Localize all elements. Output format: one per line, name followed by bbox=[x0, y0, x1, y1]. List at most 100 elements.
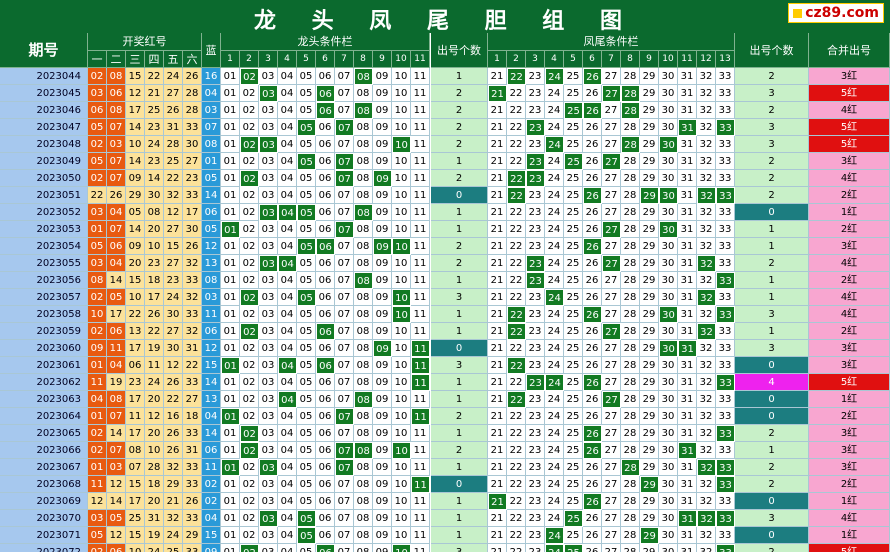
tail-count-cell: 4 bbox=[735, 374, 809, 391]
tail-cond-cell: 31 bbox=[678, 476, 697, 493]
header-tail-col: 11 bbox=[678, 51, 697, 68]
tail-cond-cell: 28 bbox=[621, 425, 640, 442]
head-cond-cell: 11 bbox=[411, 221, 430, 238]
tail-count-cell: 1 bbox=[735, 238, 809, 255]
head-cond-cell: 04 bbox=[278, 544, 297, 552]
head-cond-cell: 09 bbox=[373, 153, 392, 170]
tail-cond-cell: 24 bbox=[545, 136, 564, 153]
head-cond-cell: 01 bbox=[221, 119, 240, 136]
tail-cond-cell: 30 bbox=[659, 306, 678, 323]
head-cond-cell: 02 bbox=[240, 493, 259, 510]
head-cond-cell: 05 bbox=[297, 510, 316, 527]
red-ball-cell: 08 bbox=[107, 102, 126, 119]
head-cond-cell: 06 bbox=[316, 306, 335, 323]
tail-cond-cell: 21 bbox=[488, 425, 507, 442]
tail-cond-cell: 29 bbox=[640, 306, 659, 323]
tail-count-cell: 0 bbox=[735, 493, 809, 510]
head-cond-cell: 10 bbox=[392, 493, 411, 510]
site-logo[interactable]: cz89.com bbox=[788, 3, 884, 23]
red-ball-cell: 14 bbox=[126, 153, 145, 170]
head-cond-cell: 02 bbox=[240, 68, 259, 85]
head-cond-cell: 02 bbox=[240, 340, 259, 357]
head-cond-cell: 09 bbox=[373, 119, 392, 136]
red-ball-cell: 33 bbox=[183, 272, 202, 289]
tail-cond-cell: 23 bbox=[526, 391, 545, 408]
head-cond-cell: 11 bbox=[411, 510, 430, 527]
red-ball-cell: 21 bbox=[145, 85, 164, 102]
tail-cond-cell: 21 bbox=[488, 544, 507, 552]
red-ball-cell: 02 bbox=[88, 442, 107, 459]
head-cond-cell: 10 bbox=[392, 204, 411, 221]
blue-ball-cell: 02 bbox=[202, 476, 221, 493]
head-cond-cell: 06 bbox=[316, 68, 335, 85]
tail-cond-cell: 21 bbox=[488, 136, 507, 153]
head-cond-cell: 11 bbox=[411, 68, 430, 85]
head-cond-cell: 01 bbox=[221, 238, 240, 255]
tail-cond-cell: 25 bbox=[564, 153, 583, 170]
red-ball-cell: 21 bbox=[164, 493, 183, 510]
head-cond-cell: 07 bbox=[335, 136, 354, 153]
tail-cond-cell: 22 bbox=[507, 272, 526, 289]
header-tail-col: 6 bbox=[583, 51, 602, 68]
red-ball-cell: 23 bbox=[164, 272, 183, 289]
tail-cond-cell: 29 bbox=[640, 255, 659, 272]
tail-cond-cell: 31 bbox=[678, 527, 697, 544]
red-ball-cell: 07 bbox=[107, 170, 126, 187]
head-cond-cell: 04 bbox=[278, 374, 297, 391]
head-cond-cell: 01 bbox=[221, 425, 240, 442]
tail-cond-cell: 28 bbox=[621, 374, 640, 391]
header-head-col: 11 bbox=[411, 51, 430, 68]
blue-ball-cell: 03 bbox=[202, 289, 221, 306]
head-cond-cell: 04 bbox=[278, 85, 297, 102]
head-cond-cell: 05 bbox=[297, 119, 316, 136]
head-cond-cell: 09 bbox=[373, 255, 392, 272]
tail-cond-cell: 27 bbox=[602, 442, 621, 459]
red-ball-cell: 24 bbox=[164, 289, 183, 306]
tail-cond-cell: 30 bbox=[659, 187, 678, 204]
tail-cond-cell: 33 bbox=[716, 323, 735, 340]
tail-cond-cell: 27 bbox=[602, 289, 621, 306]
red-ball-cell: 19 bbox=[145, 340, 164, 357]
tail-cond-cell: 25 bbox=[564, 408, 583, 425]
red-ball-cell: 05 bbox=[88, 119, 107, 136]
red-ball-cell: 32 bbox=[183, 289, 202, 306]
head-cond-cell: 08 bbox=[354, 340, 373, 357]
tail-cond-cell: 33 bbox=[716, 476, 735, 493]
tail-cond-cell: 21 bbox=[488, 187, 507, 204]
tail-cond-cell: 23 bbox=[526, 459, 545, 476]
red-ball-cell: 26 bbox=[107, 187, 126, 204]
tail-count-cell: 0 bbox=[735, 408, 809, 425]
head-cond-cell: 09 bbox=[373, 493, 392, 510]
head-cond-cell: 02 bbox=[240, 272, 259, 289]
merged-cell: 5红 bbox=[809, 136, 890, 153]
head-cond-cell: 03 bbox=[259, 221, 278, 238]
tail-cond-cell: 28 bbox=[621, 493, 640, 510]
tail-cond-cell: 25 bbox=[564, 272, 583, 289]
tail-cond-cell: 21 bbox=[488, 238, 507, 255]
tail-cond-cell: 33 bbox=[716, 425, 735, 442]
head-cond-cell: 05 bbox=[297, 476, 316, 493]
head-cond-cell: 08 bbox=[354, 442, 373, 459]
tail-cond-cell: 21 bbox=[488, 68, 507, 85]
red-ball-cell: 07 bbox=[126, 459, 145, 476]
tail-cond-cell: 24 bbox=[545, 68, 564, 85]
tail-cond-cell: 21 bbox=[488, 357, 507, 374]
tail-cond-cell: 30 bbox=[659, 374, 678, 391]
tail-count-cell: 3 bbox=[735, 136, 809, 153]
head-cond-cell: 07 bbox=[335, 459, 354, 476]
tail-cond-cell: 22 bbox=[507, 204, 526, 221]
head-cond-cell: 05 bbox=[297, 544, 316, 552]
head-cond-cell: 03 bbox=[259, 340, 278, 357]
tail-cond-cell: 23 bbox=[526, 544, 545, 552]
head-cond-cell: 06 bbox=[316, 374, 335, 391]
head-cond-cell: 03 bbox=[259, 68, 278, 85]
red-ball-cell: 23 bbox=[126, 374, 145, 391]
head-cond-cell: 07 bbox=[335, 289, 354, 306]
tail-cond-cell: 21 bbox=[488, 221, 507, 238]
head-cond-cell: 05 bbox=[297, 425, 316, 442]
tail-cond-cell: 25 bbox=[564, 136, 583, 153]
red-ball-cell: 13 bbox=[126, 323, 145, 340]
head-cond-cell: 10 bbox=[392, 85, 411, 102]
head-cond-cell: 03 bbox=[259, 119, 278, 136]
head-cond-cell: 10 bbox=[392, 544, 411, 552]
